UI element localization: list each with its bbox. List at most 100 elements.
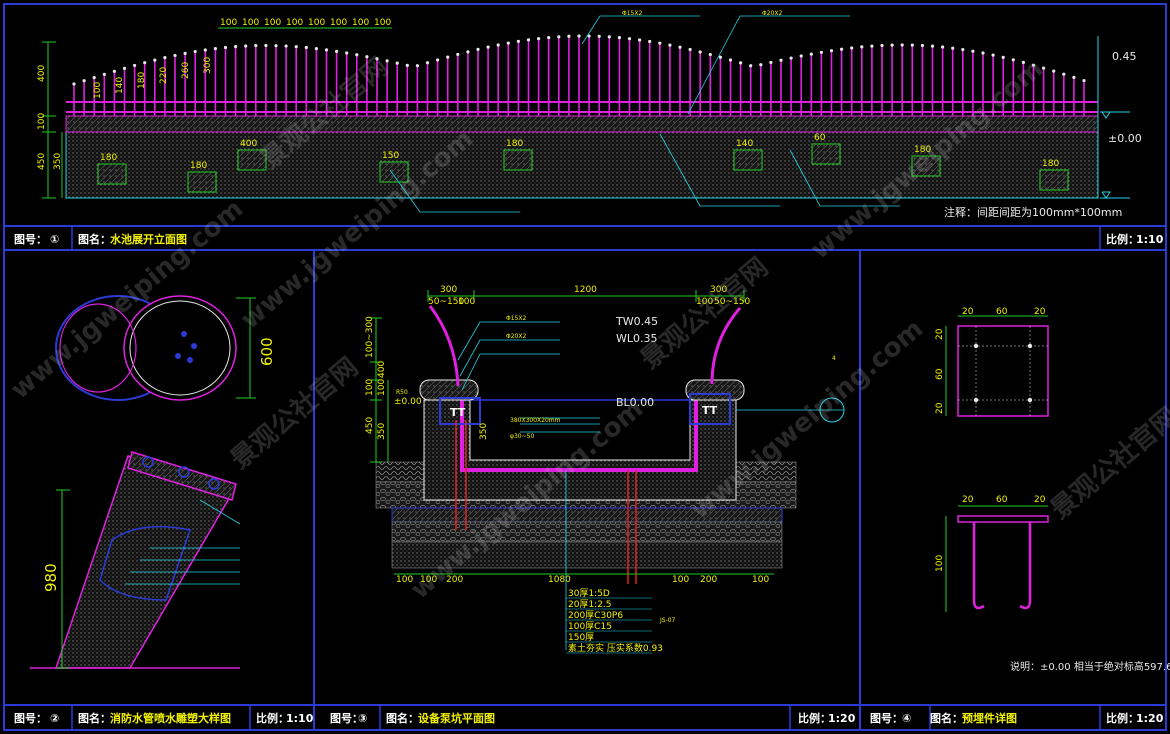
rod-tip — [698, 50, 702, 54]
rod-tip — [244, 44, 248, 48]
rod-tip — [153, 58, 157, 62]
rod-tip — [557, 35, 561, 39]
p3-tw: TW0.45 — [615, 315, 658, 328]
rod-tip — [274, 44, 278, 48]
rod-tip — [678, 45, 682, 49]
p4-dim-side-0: 20 — [935, 328, 945, 340]
rod-tip — [829, 49, 834, 53]
p4-title-name: 预埋件详图 — [962, 711, 1017, 725]
step-dim: 300 — [203, 57, 213, 74]
rod-tip — [547, 35, 551, 40]
p3-dim-left-4: 450 — [365, 417, 375, 434]
p1-dim-400: 400 — [37, 65, 47, 82]
p3-bottom-dim: 100 — [672, 575, 689, 585]
top-dim: 100 — [286, 18, 303, 28]
rod-tip — [638, 38, 642, 42]
p1-level-zero: ±0.00 — [1108, 132, 1142, 145]
p4-dim-height: 100 — [935, 555, 945, 572]
top-dim: 100 — [308, 18, 325, 28]
watermark-8: 景观公社官网 — [1045, 401, 1170, 525]
top-dim: 100 — [374, 18, 391, 28]
rod-tip — [133, 63, 137, 68]
rod-tip — [355, 53, 359, 57]
rod-tip — [537, 36, 541, 41]
rod-tip — [941, 45, 945, 49]
rod-tip — [708, 52, 712, 57]
p1-callout-pipe-b: Φ20X2 — [762, 10, 782, 17]
p3-layer-note: 20厚1:2.5 — [568, 599, 612, 610]
p1-callout-pipe-a: Φ15X2 — [622, 10, 642, 17]
p1-level-top: 0.45 — [1112, 50, 1137, 63]
step-dim: 220 — [159, 67, 169, 84]
p4-dim-side-2: 20 — [935, 402, 945, 414]
rod-tip — [577, 34, 581, 38]
rod-tip — [143, 61, 147, 65]
p1-dim-450: 450 — [37, 153, 47, 170]
p3-layer-note: 30厚1:5D — [568, 588, 610, 599]
block-dim: 150 — [382, 151, 399, 161]
p1-title-name-label: 图名： — [78, 232, 111, 246]
rod-tip — [526, 38, 531, 42]
rod-tip — [597, 34, 601, 38]
rod-tip — [1062, 72, 1066, 76]
rod-tip — [910, 43, 914, 47]
top-dim: 100 — [242, 18, 259, 28]
p3-zero: ±0.00 — [394, 397, 422, 407]
p3-bottom-dim: 1080 — [548, 575, 571, 585]
rod-tip — [1001, 55, 1005, 59]
rod-tip — [415, 64, 419, 68]
p3-dim-left-0: 100~300 — [365, 316, 375, 358]
rod-tip — [183, 51, 187, 55]
top-dim: 100 — [352, 18, 369, 28]
rod-tip — [799, 54, 803, 58]
p3-dim-sub-l2: 100 — [458, 297, 475, 307]
p1-title-no-label: 图号： — [14, 233, 47, 246]
p1-top-dims: 100 100 100 100 100 100 100 100 — [220, 18, 391, 28]
p2-title-name-label: 图名： — [78, 711, 111, 725]
rod-tip — [234, 45, 238, 49]
p1-dim-100: 100 — [37, 113, 47, 130]
rod-tip — [920, 43, 925, 48]
rod-tip — [436, 58, 440, 62]
p3-scale: 1:20 — [828, 712, 856, 725]
rod-tip — [314, 47, 318, 51]
p3-tt-right: TT — [702, 404, 718, 417]
embedded-block — [97, 163, 127, 185]
p4-dim-top-0: 20 — [962, 307, 974, 317]
embedded-block — [811, 143, 841, 165]
rod-tip — [850, 46, 854, 50]
p3-layer-note: 素土夯实 压实系数0.93 — [568, 642, 663, 654]
rod-tip — [506, 41, 510, 45]
p3-drain: φ30~50 — [510, 433, 534, 440]
p3-dim-left-3: 100 — [377, 379, 387, 396]
p3-title-no: ③ — [358, 712, 367, 725]
rod-tip — [789, 56, 793, 60]
rod-tip — [395, 61, 399, 65]
rod-tip — [92, 75, 96, 80]
p3-num4: 4 — [832, 355, 836, 362]
rod-tip — [728, 58, 733, 62]
p2-scale: 1:10 — [286, 712, 314, 725]
top-dim: 100 — [330, 18, 347, 28]
rod-tip — [254, 44, 258, 48]
rod-tip — [779, 58, 783, 62]
step-dim: 100 — [93, 82, 103, 99]
rod-tip — [405, 63, 409, 67]
rod-tip — [739, 61, 743, 65]
rod-tip — [516, 39, 521, 43]
p1-note: 注释：间距间距为100mm*100mm — [944, 205, 1122, 219]
block-dim: 400 — [240, 139, 257, 149]
p3-title-name: 设备泵坑平面图 — [418, 711, 495, 725]
rod-tip — [769, 60, 773, 65]
p2-title-name: 消防水管喷水雕塑大样图 — [110, 711, 231, 725]
rod-tip — [456, 52, 460, 57]
p3-layer-note: 200厚C30P6 — [568, 610, 623, 621]
rod-tip — [193, 49, 197, 54]
embedded-block — [187, 171, 217, 193]
p4-title-bar: 图号： ④ 图名： 预埋件详图 比例： 1:20 — [870, 711, 1164, 725]
p3-bottom-dim: 200 — [700, 575, 717, 585]
p4-title-no: ④ — [902, 712, 911, 725]
rod-tip — [72, 82, 76, 86]
p2-title-no: ② — [50, 712, 59, 725]
p2-scale-label: 比例： — [256, 711, 289, 725]
